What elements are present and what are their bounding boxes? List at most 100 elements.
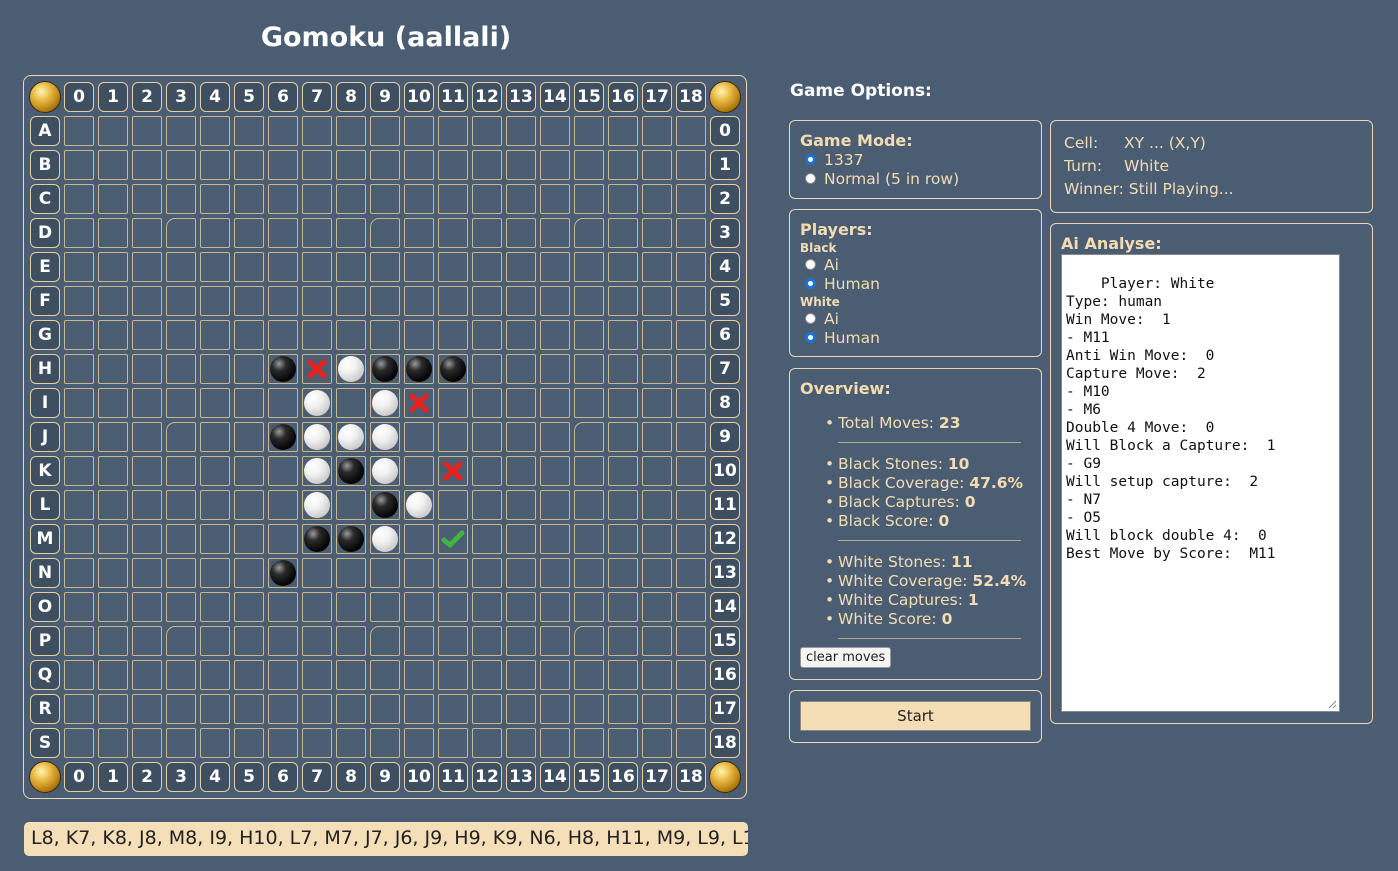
board-cell[interactable] bbox=[438, 592, 468, 622]
board-cell[interactable] bbox=[166, 524, 196, 554]
clear-moves-button[interactable]: clear moves bbox=[800, 647, 892, 668]
board-cell[interactable] bbox=[506, 286, 536, 316]
board-cell[interactable] bbox=[234, 694, 264, 724]
board-cell[interactable] bbox=[64, 116, 94, 146]
board-cell[interactable] bbox=[540, 558, 570, 588]
board-cell[interactable] bbox=[268, 286, 298, 316]
board-cell[interactable] bbox=[166, 286, 196, 316]
board-cell[interactable] bbox=[676, 694, 706, 724]
board-cell[interactable] bbox=[404, 422, 434, 452]
board-cell[interactable] bbox=[642, 388, 672, 418]
black-ai-option[interactable]: Ai bbox=[800, 255, 1031, 274]
board-cell[interactable] bbox=[166, 456, 196, 486]
board-cell[interactable] bbox=[506, 490, 536, 520]
board-cell[interactable] bbox=[472, 116, 502, 146]
board-cell[interactable] bbox=[64, 456, 94, 486]
board-cell[interactable] bbox=[166, 354, 196, 384]
board-cell[interactable] bbox=[676, 286, 706, 316]
board-cell[interactable] bbox=[540, 524, 570, 554]
board-cell[interactable] bbox=[676, 354, 706, 384]
board-cell[interactable] bbox=[302, 558, 332, 588]
board-cell[interactable] bbox=[132, 252, 162, 282]
board-cell[interactable] bbox=[574, 728, 604, 758]
board-cell[interactable] bbox=[438, 660, 468, 690]
board-cell[interactable] bbox=[268, 490, 298, 520]
board-cell[interactable] bbox=[506, 354, 536, 384]
board-cell[interactable] bbox=[234, 490, 264, 520]
board-cell[interactable] bbox=[132, 218, 162, 248]
board-cell[interactable] bbox=[574, 116, 604, 146]
board-cell[interactable] bbox=[642, 660, 672, 690]
board-cell[interactable] bbox=[132, 320, 162, 350]
board-cell[interactable] bbox=[98, 660, 128, 690]
board-cell[interactable] bbox=[438, 150, 468, 180]
board-cell[interactable] bbox=[98, 388, 128, 418]
board-cell[interactable] bbox=[200, 694, 230, 724]
board-cell[interactable] bbox=[472, 694, 502, 724]
board-cell[interactable] bbox=[506, 422, 536, 452]
board-cell[interactable] bbox=[574, 150, 604, 180]
board-cell[interactable] bbox=[268, 150, 298, 180]
board-cell[interactable] bbox=[608, 388, 638, 418]
board-cell[interactable] bbox=[268, 592, 298, 622]
board-cell[interactable] bbox=[234, 286, 264, 316]
board-cell[interactable] bbox=[472, 456, 502, 486]
board-cell[interactable] bbox=[404, 660, 434, 690]
board-cell[interactable] bbox=[336, 116, 366, 146]
board-cell[interactable] bbox=[574, 626, 604, 656]
board-cell[interactable] bbox=[676, 626, 706, 656]
board-cell[interactable] bbox=[64, 490, 94, 520]
board-cell[interactable] bbox=[472, 150, 502, 180]
board-cell[interactable] bbox=[540, 694, 570, 724]
board-cell[interactable] bbox=[506, 456, 536, 486]
board-cell[interactable] bbox=[676, 252, 706, 282]
board-cell[interactable] bbox=[472, 728, 502, 758]
board-cell[interactable] bbox=[404, 218, 434, 248]
board-cell[interactable] bbox=[234, 456, 264, 486]
board-cell[interactable] bbox=[64, 388, 94, 418]
board-cell[interactable] bbox=[98, 320, 128, 350]
board-cell[interactable] bbox=[370, 592, 400, 622]
board-cell[interactable] bbox=[472, 660, 502, 690]
board-cell[interactable] bbox=[336, 320, 366, 350]
board-cell[interactable] bbox=[608, 116, 638, 146]
board-cell[interactable] bbox=[132, 150, 162, 180]
board-cell[interactable] bbox=[438, 252, 468, 282]
board-cell[interactable] bbox=[608, 592, 638, 622]
board-cell[interactable] bbox=[608, 150, 638, 180]
board-cell[interactable] bbox=[472, 252, 502, 282]
board-cell[interactable] bbox=[574, 388, 604, 418]
board-cell[interactable] bbox=[438, 626, 468, 656]
mode-option-1337[interactable]: 1337 bbox=[800, 150, 1031, 169]
board-cell[interactable] bbox=[676, 218, 706, 248]
board-cell[interactable] bbox=[268, 184, 298, 214]
board-cell[interactable] bbox=[608, 286, 638, 316]
board-cell[interactable] bbox=[642, 728, 672, 758]
radio-selected-icon[interactable] bbox=[805, 154, 816, 165]
board-cell[interactable] bbox=[676, 116, 706, 146]
board-cell[interactable] bbox=[64, 660, 94, 690]
board-cell[interactable] bbox=[132, 184, 162, 214]
board-cell[interactable] bbox=[472, 592, 502, 622]
board-cell[interactable] bbox=[200, 558, 230, 588]
board-cell[interactable] bbox=[336, 626, 366, 656]
board-cell[interactable] bbox=[472, 524, 502, 554]
board-cell[interactable] bbox=[234, 524, 264, 554]
board-cell[interactable] bbox=[676, 456, 706, 486]
board-cell[interactable] bbox=[200, 490, 230, 520]
board-cell[interactable] bbox=[64, 694, 94, 724]
board-cell[interactable] bbox=[268, 388, 298, 418]
board-cell[interactable] bbox=[98, 694, 128, 724]
board-cell[interactable] bbox=[472, 422, 502, 452]
board-cell[interactable] bbox=[642, 150, 672, 180]
board-cell[interactable] bbox=[472, 388, 502, 418]
board-cell[interactable] bbox=[98, 116, 128, 146]
board-cell[interactable] bbox=[64, 320, 94, 350]
board-cell[interactable] bbox=[642, 116, 672, 146]
board-cell[interactable] bbox=[540, 286, 570, 316]
board-cell[interactable] bbox=[574, 286, 604, 316]
board-cell[interactable] bbox=[608, 660, 638, 690]
board-cell[interactable] bbox=[132, 728, 162, 758]
start-button[interactable]: Start bbox=[800, 701, 1031, 731]
black-human-option[interactable]: Human bbox=[800, 274, 1031, 293]
